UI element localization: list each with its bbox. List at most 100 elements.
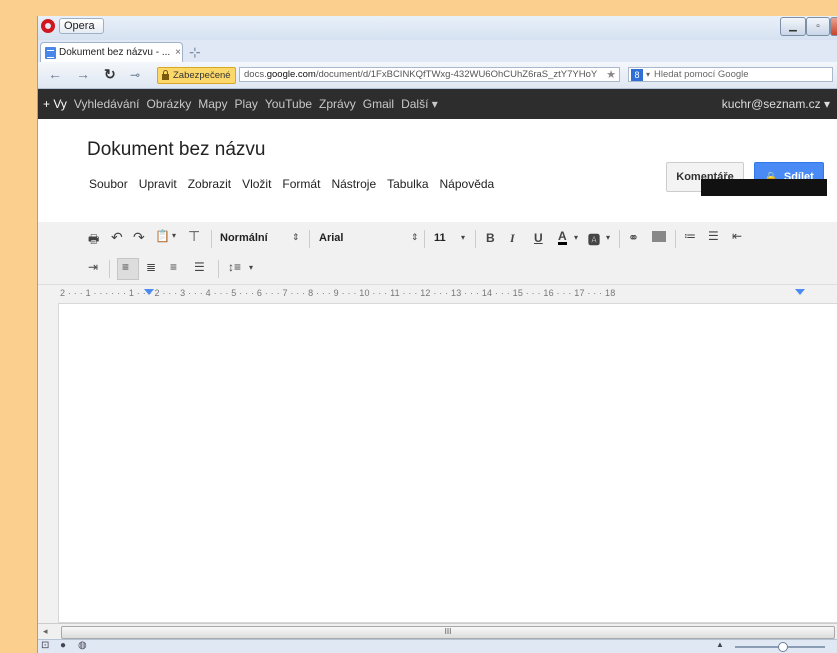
align-right-icon[interactable]: ≡ xyxy=(170,260,177,274)
style-select[interactable]: Normální xyxy=(220,232,268,244)
image-icon[interactable] xyxy=(652,231,666,242)
gbar-item-plus[interactable]: + Vy xyxy=(43,97,67,111)
gbar-item-search[interactable]: Vyhledávání xyxy=(74,97,140,111)
line-spacing-icon[interactable]: ↕≡ xyxy=(228,260,241,274)
gbar-item-maps[interactable]: Mapy xyxy=(198,97,227,111)
menu-table[interactable]: Tabulka xyxy=(387,177,428,191)
paste-icon[interactable]: 📋 xyxy=(155,229,170,243)
minimize-button[interactable]: ▁ xyxy=(780,17,806,36)
tab-close-icon[interactable]: × xyxy=(175,47,181,58)
scrollbar-grip: III xyxy=(444,627,452,636)
bulleted-list-icon[interactable]: ☰ xyxy=(708,229,719,243)
style-dropdown-icon[interactable]: ⇕ xyxy=(292,232,300,243)
account-menu[interactable]: kuchr@seznam.cz ▾ xyxy=(722,97,830,111)
opera-menu-button[interactable]: Opera xyxy=(40,16,104,36)
increase-indent-icon[interactable]: ⇥ xyxy=(88,260,98,274)
paint-format-icon[interactable]: ⊤ xyxy=(188,228,200,245)
title-bar: Opera ▁ ▫ xyxy=(38,16,837,40)
undo-icon[interactable]: ↶ xyxy=(111,229,123,246)
document-title[interactable]: Dokument bez názvu xyxy=(87,139,266,161)
menu-insert[interactable]: Vložit xyxy=(242,177,271,191)
underline-icon[interactable]: U xyxy=(534,231,543,245)
key-icon[interactable]: ⊸ xyxy=(130,68,140,82)
print-icon[interactable]: 🖶 xyxy=(88,230,99,251)
gbar-item-play[interactable]: Play xyxy=(235,97,258,111)
menu-tools[interactable]: Nástroje xyxy=(331,177,376,191)
menu-help[interactable]: Nápověda xyxy=(440,177,495,191)
toolbar-separator xyxy=(309,230,310,248)
gbar-item-youtube[interactable]: YouTube xyxy=(265,97,312,111)
horizontal-scrollbar[interactable]: ◂ III xyxy=(38,623,837,640)
toolbar-separator xyxy=(211,230,212,248)
google-docs-icon xyxy=(45,46,56,59)
text-color-dropdown-icon[interactable]: ▾ xyxy=(574,233,578,242)
search-placeholder: Hledat pomocí Google xyxy=(654,69,749,80)
search-engine-dropdown-icon[interactable]: ▾ xyxy=(646,70,650,79)
italic-icon[interactable]: I xyxy=(510,231,515,246)
toolbar-separator xyxy=(675,230,676,248)
font-select[interactable]: Arial xyxy=(319,232,343,244)
right-indent-marker-icon[interactable] xyxy=(795,289,805,295)
menu-format[interactable]: Formát xyxy=(282,177,320,191)
scrollbar-thumb[interactable]: III xyxy=(61,626,835,639)
minimize-icon: ▁ xyxy=(789,21,797,32)
bold-icon[interactable]: B xyxy=(486,231,495,245)
format-toolbar: 🖶 ↶ ↷ 📋 ▾ ⊤ Normální ⇕ Arial ⇕ 11 ▾ B I … xyxy=(38,222,837,285)
reload-icon[interactable]: ↻ xyxy=(104,66,116,83)
ruler[interactable]: 2 · · · 1 · · · · · · 1 · · · 2 · · · 3 … xyxy=(38,285,837,303)
redo-icon[interactable]: ↷ xyxy=(133,229,145,246)
search-field[interactable]: 8 ▾ Hledat pomocí Google xyxy=(628,67,833,82)
panel-toggle-icon[interactable]: ⊡ xyxy=(41,640,49,651)
opera-logo-icon xyxy=(41,19,55,33)
security-badge[interactable]: Zabezpečené xyxy=(157,67,236,84)
menu-view[interactable]: Zobrazit xyxy=(188,177,231,191)
back-icon[interactable]: ← xyxy=(48,66,62,82)
google-search-engine-icon[interactable]: 8 xyxy=(631,68,643,81)
forward-icon[interactable]: → xyxy=(76,66,90,82)
redaction-box xyxy=(701,179,827,196)
font-size-dropdown-icon[interactable]: ▾ xyxy=(461,233,465,242)
gbar-item-gmail[interactable]: Gmail xyxy=(363,97,394,111)
align-left-icon[interactable]: ≡ xyxy=(122,260,129,274)
link-icon[interactable]: ⚭ xyxy=(628,230,639,246)
font-size-select[interactable]: 11 xyxy=(434,232,446,244)
toolbar-separator xyxy=(218,260,219,278)
gbar-item-news[interactable]: Zprávy xyxy=(319,97,356,111)
zoom-slider-handle[interactable] xyxy=(778,642,788,652)
url-field[interactable]: docs. google.com/document/d/1FxBCINKQfTWx… xyxy=(239,67,620,82)
highlight-color-icon[interactable]: 🅰 xyxy=(588,231,600,248)
numbered-list-icon[interactable]: ≔ xyxy=(684,229,696,243)
decrease-indent-icon[interactable]: ⇤ xyxy=(732,229,742,243)
left-indent-marker-icon[interactable] xyxy=(144,289,154,295)
turbo-icon[interactable]: ● xyxy=(60,640,66,651)
new-tab-icon[interactable]: ⊹ xyxy=(189,44,201,61)
url-host: google.com xyxy=(266,69,316,80)
gbar-item-images[interactable]: Obrázky xyxy=(147,97,192,111)
menu-file[interactable]: Soubor xyxy=(89,177,128,191)
text-color-icon[interactable]: A xyxy=(558,230,567,245)
status-bar: ⊡ ● ◍ ▲ xyxy=(38,639,837,653)
browser-window: Opera ▁ ▫ Dokument bez názvu - ... × ⊹ ←… xyxy=(37,16,837,653)
paste-dropdown-icon[interactable]: ▾ xyxy=(172,231,176,240)
document-page[interactable] xyxy=(58,303,837,623)
opera-menu-label: Opera xyxy=(59,18,104,34)
highlight-dropdown-icon[interactable]: ▾ xyxy=(606,233,610,242)
gbar-item-more[interactable]: Další ▾ xyxy=(401,97,438,111)
toolbar-separator xyxy=(475,230,476,248)
url-prefix: docs. xyxy=(244,69,267,80)
toolbar-separator xyxy=(109,260,110,278)
close-window-button[interactable] xyxy=(830,17,837,36)
bookmark-star-icon[interactable]: ★ xyxy=(606,68,616,81)
url-path: /document/d/1FxBCINKQfTWxg-432WU6OhCUhZ6… xyxy=(315,69,598,80)
tab-document[interactable]: Dokument bez názvu - ... × xyxy=(40,42,183,62)
align-justify-icon[interactable]: ☰ xyxy=(194,260,205,274)
speed-dial-icon[interactable]: ◍ xyxy=(78,640,87,651)
font-dropdown-icon[interactable]: ⇕ xyxy=(411,232,419,243)
maximize-button[interactable]: ▫ xyxy=(806,17,830,36)
line-spacing-dropdown-icon[interactable]: ▾ xyxy=(249,263,253,272)
scroll-left-icon[interactable]: ◂ xyxy=(43,626,48,637)
docs-menubar: Soubor Upravit Zobrazit Vložit Formát Ná… xyxy=(89,177,505,191)
align-center-icon[interactable]: ≣ xyxy=(146,260,156,274)
zoom-up-icon[interactable]: ▲ xyxy=(716,640,724,649)
menu-edit[interactable]: Upravit xyxy=(139,177,177,191)
